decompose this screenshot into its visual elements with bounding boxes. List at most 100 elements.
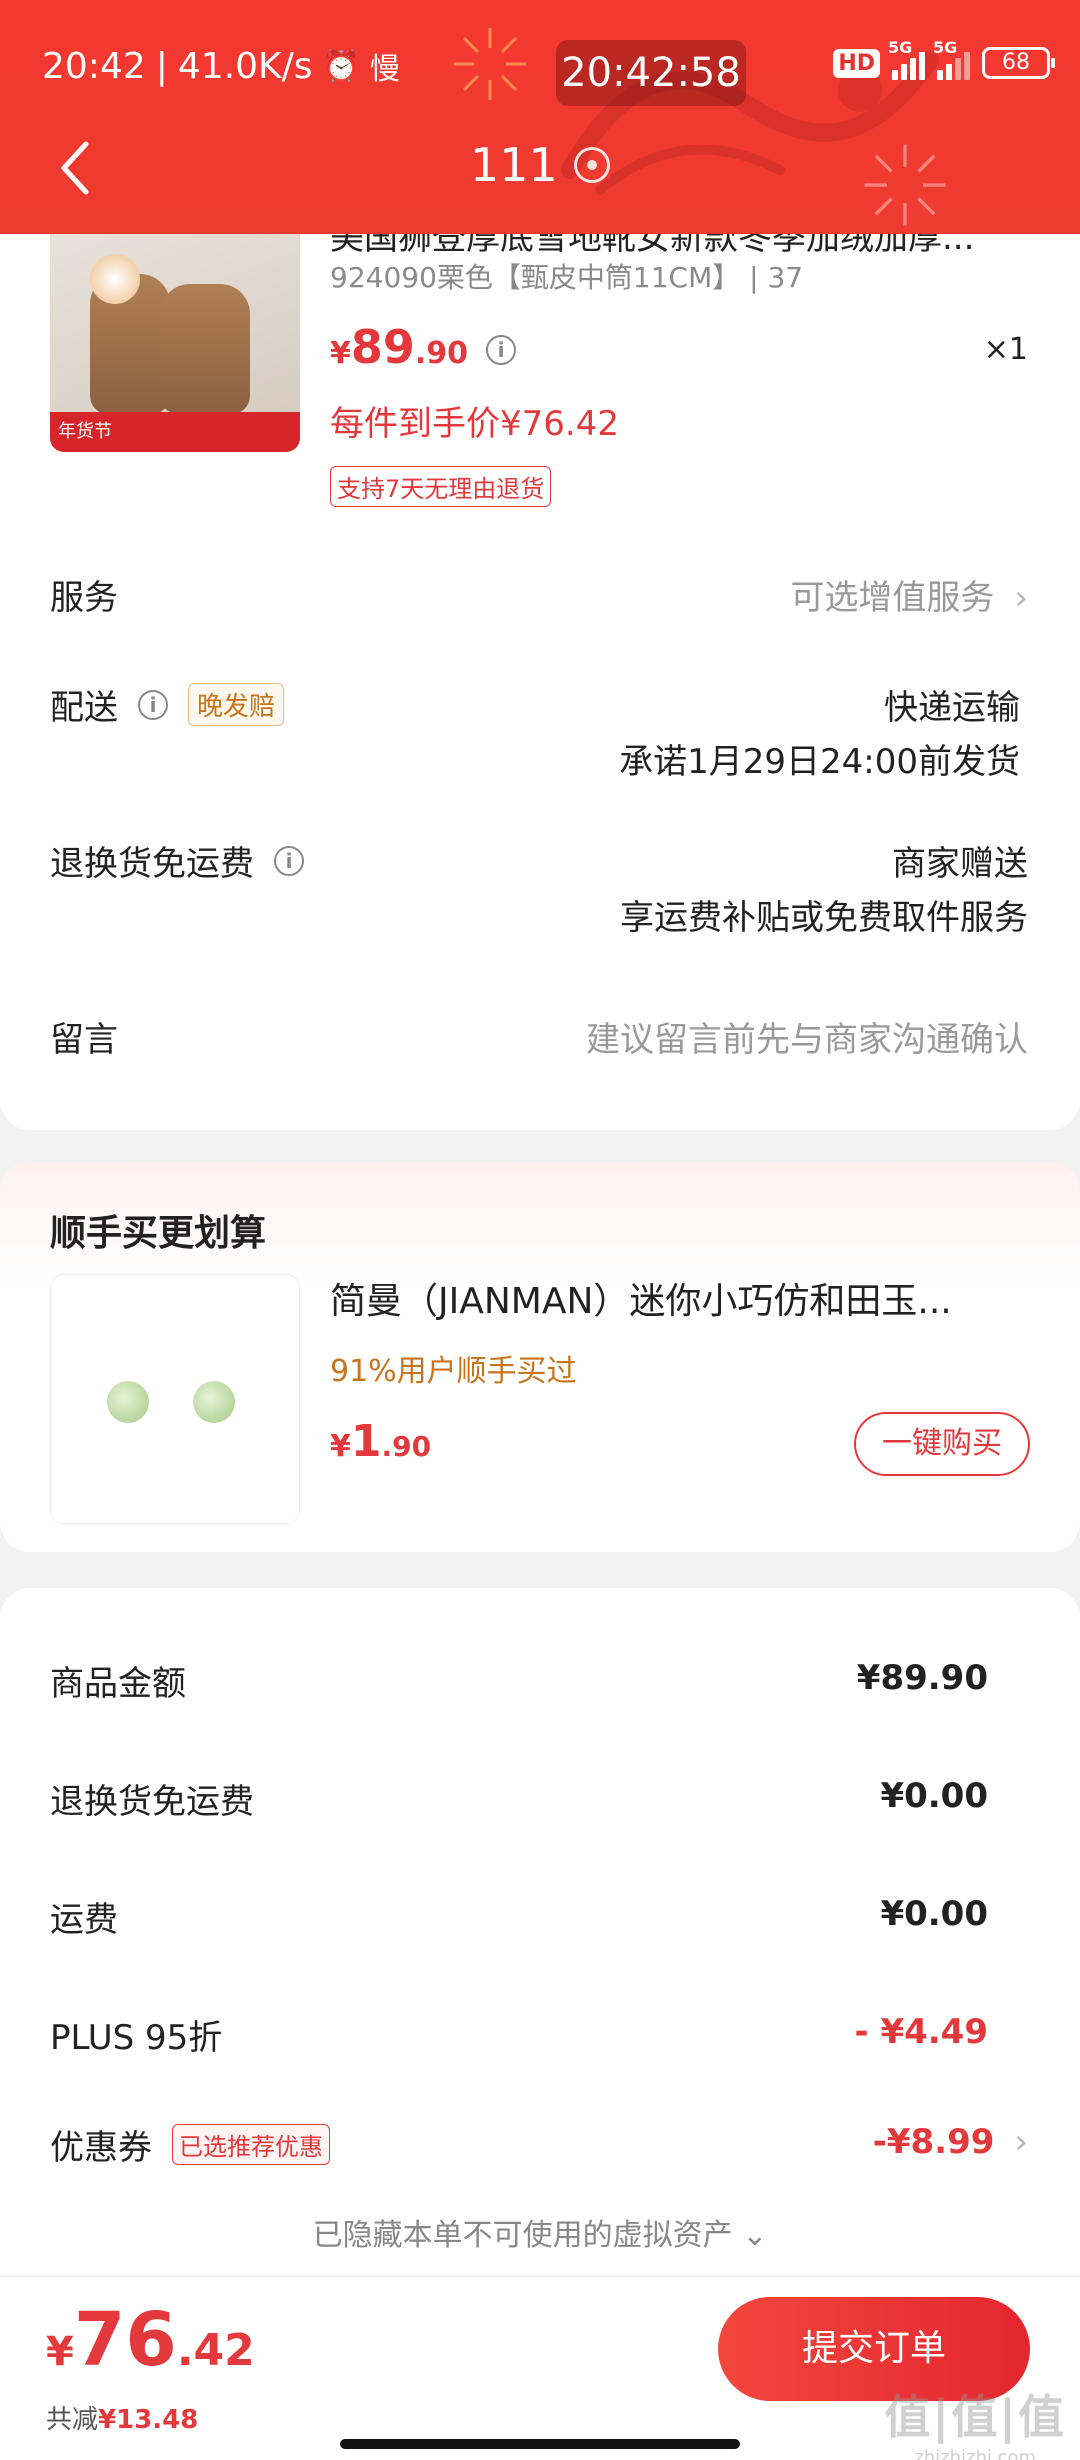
return-fee-label: 退换货免运费 [50, 844, 254, 884]
return-fee-value: 商家赠送 [892, 844, 1028, 884]
sku-divider: | [749, 261, 768, 294]
return-fee-summary-label: 退换货免运费 [50, 1774, 254, 1823]
plus-discount-label: PLUS 95折 [50, 2010, 222, 2059]
price-dec: .90 [414, 336, 469, 371]
size-text: 37 [767, 261, 804, 294]
recommend-card: 顺手买更划算 简曼（JIANMAN）迷你小巧仿和田玉... 91%用户顺手买过 … [0, 1162, 1080, 1552]
shipping-label: 运费 [50, 1892, 118, 1941]
image-banner: 年货节 [50, 412, 300, 452]
price-int: 89 [350, 320, 415, 374]
return-fee-desc: 享运费补贴或免费取件服务 [620, 898, 1028, 938]
firework-decoration [454, 28, 526, 100]
coupon-row[interactable]: 优惠券 已选推荐优惠 [50, 2120, 330, 2169]
back-arrow-icon[interactable] [56, 138, 96, 198]
delivery-label: 配送 [50, 688, 118, 728]
watermark-url: zhizhizhi.com [914, 2447, 1037, 2460]
saved-label: 共减 [46, 2405, 99, 2435]
shipping-value: ¥0.00 [880, 1894, 988, 1934]
earring-image [193, 1381, 235, 1423]
coupon-label: 优惠券 [50, 2128, 152, 2168]
service-value-text: 可选增值服务 [790, 578, 995, 618]
service-value[interactable]: 可选增值服务 › [790, 570, 1028, 619]
return-policy-tag: 支持7天无理由退货 [330, 466, 552, 507]
price-dec: .42 [176, 2325, 255, 2376]
alarm-icon: ⏰ [322, 48, 360, 84]
shipping-text: 运费 [50, 1900, 118, 1940]
price-int: 1 [350, 1416, 382, 1467]
signal-icon: 5G [933, 38, 970, 80]
coupon-value-text: -¥8.99 [872, 2122, 995, 2162]
recommend-product-image[interactable] [50, 1274, 300, 1524]
recommend-section-title: 顺手买更划算 [50, 1213, 267, 1254]
coupon-selected-tag: 已选推荐优惠 [172, 2124, 330, 2165]
chevron-right-icon: › [1014, 2122, 1028, 2162]
service-row[interactable]: 服务 [50, 570, 118, 619]
product-sku[interactable]: 924090栗色【甄皮中筒11CM】 | 37 [330, 256, 803, 296]
message-label: 留言 [50, 1020, 118, 1060]
network-type: 5G [888, 38, 913, 57]
product-quantity: ×1 [983, 332, 1028, 367]
plus-discount-value: - ¥4.49 [854, 2012, 989, 2052]
status-divider: | [155, 45, 168, 87]
firework-decoration [864, 144, 946, 226]
address-selector[interactable]: 111 [470, 138, 610, 192]
order-confirm-page: 20:42 | 41.0K/s ⏰ 慢 20:42:58 HD 5G 5G 68 [0, 0, 1080, 2460]
return-fee-row[interactable]: 退换货免运费 i [50, 836, 304, 885]
goods-amount-text: 商品金额 [50, 1664, 186, 1704]
price-int: 76 [73, 2297, 177, 2383]
recommend-title[interactable]: 简曼（JIANMAN）迷你小巧仿和田玉... [330, 1272, 1030, 1324]
bottom-checkout-bar: ¥ 76 .42 共减¥13.48 提交订单 值|值|值 zhizhizhi.c… [0, 2276, 1080, 2460]
sku-text: 924090栗色【甄皮中筒11CM】 [330, 261, 741, 294]
product-card: 年货节 美国狮登厚底雪地靴女新款冬季加绒加厚... 924090栗色【甄皮中筒1… [0, 200, 1080, 1130]
signal-icon: 5G [888, 38, 925, 80]
goods-amount-label: 商品金额 [50, 1656, 186, 1705]
goods-amount-value: ¥89.90 [856, 1658, 988, 1698]
return-fee-summary-text: 退换货免运费 [50, 1782, 254, 1822]
service-label: 服务 [50, 578, 118, 618]
plus-discount-text: PLUS 95折 [50, 2018, 223, 2058]
product-price: ¥ 89 .90 i [330, 320, 517, 374]
delivery-row[interactable]: 配送 i 晚发赔 [50, 680, 285, 729]
saved-value: ¥13.48 [98, 2405, 199, 2435]
battery-icon: 68 [982, 47, 1055, 79]
watermark-logo: 值|值|值 [884, 2390, 1066, 2444]
header: 20:42 | 41.0K/s ⏰ 慢 20:42:58 HD 5G 5G 68 [0, 0, 1080, 234]
one-click-buy-button[interactable]: 一键购买 [854, 1412, 1030, 1476]
late-compensation-tag: 晚发赔 [188, 683, 285, 726]
coupon-value[interactable]: -¥8.99 › [873, 2122, 1028, 2162]
price-symbol: ¥ [330, 1429, 351, 1464]
delivery-promise: 承诺1月29日24:00前发货 [619, 742, 1020, 782]
address-title: 111 [470, 138, 558, 192]
earring-image [107, 1381, 149, 1423]
home-indicator[interactable] [340, 2439, 740, 2449]
message-row: 留言 [50, 1012, 118, 1061]
delivery-method: 快递运输 [884, 688, 1020, 728]
price-dec: .90 [381, 1430, 432, 1463]
final-price: 每件到手价¥76.42 [330, 404, 619, 444]
hidden-assets-text: 已隐藏本单不可使用的虚拟资产 [312, 2218, 733, 2253]
product-image[interactable]: 年货节 [50, 214, 300, 452]
info-icon[interactable]: i [486, 335, 517, 365]
net-speed: 41.0K/s [177, 45, 313, 87]
hd-icon: HD [833, 48, 880, 78]
recommend-subtitle: 91%用户顺手买过 [330, 1354, 577, 1389]
status-bar-left: 20:42 | 41.0K/s ⏰ 慢 [42, 44, 400, 88]
info-icon[interactable]: i [274, 845, 304, 876]
status-time: 20:42 [42, 45, 146, 87]
price-symbol: ¥ [330, 336, 351, 371]
total-price: ¥ 76 .42 [46, 2297, 255, 2383]
network-type: 5G [933, 38, 958, 57]
total-saved[interactable]: 共减¥13.48 [46, 2399, 198, 2436]
price-summary-card: 商品金额 ¥89.90 退换货免运费 ¥0.00 运费 ¥0.00 PLUS 9… [0, 1588, 1080, 2288]
return-fee-summary-value: ¥0.00 [880, 1776, 988, 1816]
price-symbol: ¥ [46, 2329, 74, 2375]
chevron-down-icon: ⌄ [742, 2218, 768, 2253]
status-bar-right: HD 5G 5G 68 [833, 38, 1055, 80]
watermark: 值|值|值 zhizhizhi.com [884, 2381, 1066, 2460]
app-badge: 慢 [369, 52, 400, 87]
message-input[interactable]: 建议留言前先与商家沟通确认 [586, 1012, 1028, 1061]
hidden-assets-toggle[interactable]: 已隐藏本单不可使用的虚拟资产 ⌄ [0, 2210, 1080, 2254]
location-pin-icon [573, 147, 610, 183]
recommend-price: ¥ 1 .90 [330, 1416, 431, 1467]
info-icon[interactable]: i [138, 689, 168, 720]
